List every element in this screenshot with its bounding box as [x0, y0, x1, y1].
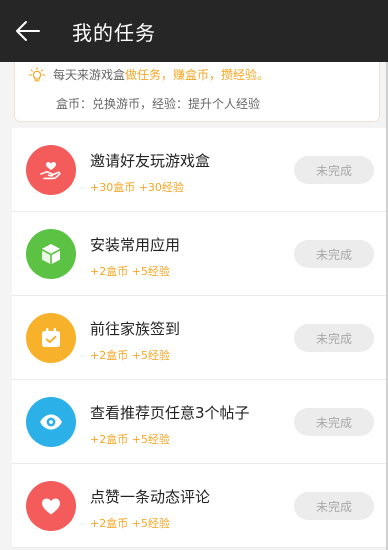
- page-title: 我的任务: [72, 20, 156, 45]
- lightbulb-icon: [29, 66, 45, 81]
- back-button[interactable]: [0, 0, 56, 62]
- task-reward: +2盒币 +5经验: [90, 517, 170, 530]
- task-reward: +2盒币 +5经验: [90, 349, 170, 362]
- task-reward: +30盒币 +30经验: [90, 181, 184, 194]
- task-title: 前往家族签到: [90, 320, 181, 338]
- task-reward: +2盒币 +5经验: [90, 433, 170, 446]
- info-line-2: 盒币：兑换游币，经验：提升个人经验: [56, 97, 261, 111]
- calendar-check-icon: [26, 313, 76, 363]
- task-title: 安装常用应用: [90, 236, 181, 254]
- task-status-button[interactable]: 未完成: [294, 324, 374, 352]
- task-item-invite-friends: 邀请好友玩游戏盒 +30盒币 +30经验 未完成: [12, 128, 388, 212]
- info-prefix: 每天来游戏盒: [53, 68, 126, 82]
- info-do-tasks: 做任务，: [125, 68, 174, 82]
- task-title: 邀请好友玩游戏盒: [90, 152, 211, 170]
- task-status-button[interactable]: 未完成: [294, 408, 374, 436]
- info-earn-exp: 攒经验。: [221, 68, 270, 82]
- task-status-button[interactable]: 未完成: [294, 156, 374, 184]
- info-section: 每天来游戏盒 做任务， 赚盒币， 攒经验。 盒币：兑换游币，经验：提升个人经验: [0, 62, 388, 128]
- task-reward: +2盒币 +5经验: [90, 265, 170, 278]
- task-title: 点赞一条动态评论: [90, 488, 211, 506]
- task-status-button[interactable]: 未完成: [294, 240, 374, 268]
- task-page: 我的任务 每天来游戏盒 做任务， 赚盒币， 攒经验。 盒币：兑换游币，经验：提升…: [0, 0, 388, 550]
- info-earn-coins: 赚盒币，: [173, 68, 222, 82]
- task-item-like-comment: 点赞一条动态评论 +2盒币 +5经验 未完成: [12, 464, 388, 548]
- heart-hand-icon: [26, 145, 76, 195]
- top-bar: 我的任务: [0, 0, 388, 62]
- task-title: 查看推荐页任意3个帖子: [90, 404, 250, 422]
- task-list: 邀请好友玩游戏盒 +30盒币 +30经验 未完成 安装常用应用 +2盒币 +5经…: [12, 128, 388, 548]
- info-box: 每天来游戏盒 做任务， 赚盒币， 攒经验。 盒币：兑换游币，经验：提升个人经验: [14, 62, 380, 122]
- heart-icon: [26, 481, 76, 531]
- eye-icon: [26, 397, 76, 447]
- task-item-install-apps: 安装常用应用 +2盒币 +5经验 未完成: [12, 212, 388, 296]
- info-line-1: 每天来游戏盒 做任务， 赚盒币， 攒经验。: [29, 66, 269, 83]
- task-item-view-posts: 查看推荐页任意3个帖子 +2盒币 +5经验 未完成: [12, 380, 388, 464]
- arrow-left-icon: [16, 21, 40, 41]
- cube-icon: [26, 229, 76, 279]
- task-item-family-checkin: 前往家族签到 +2盒币 +5经验 未完成: [12, 296, 388, 380]
- task-status-button[interactable]: 未完成: [294, 492, 374, 520]
